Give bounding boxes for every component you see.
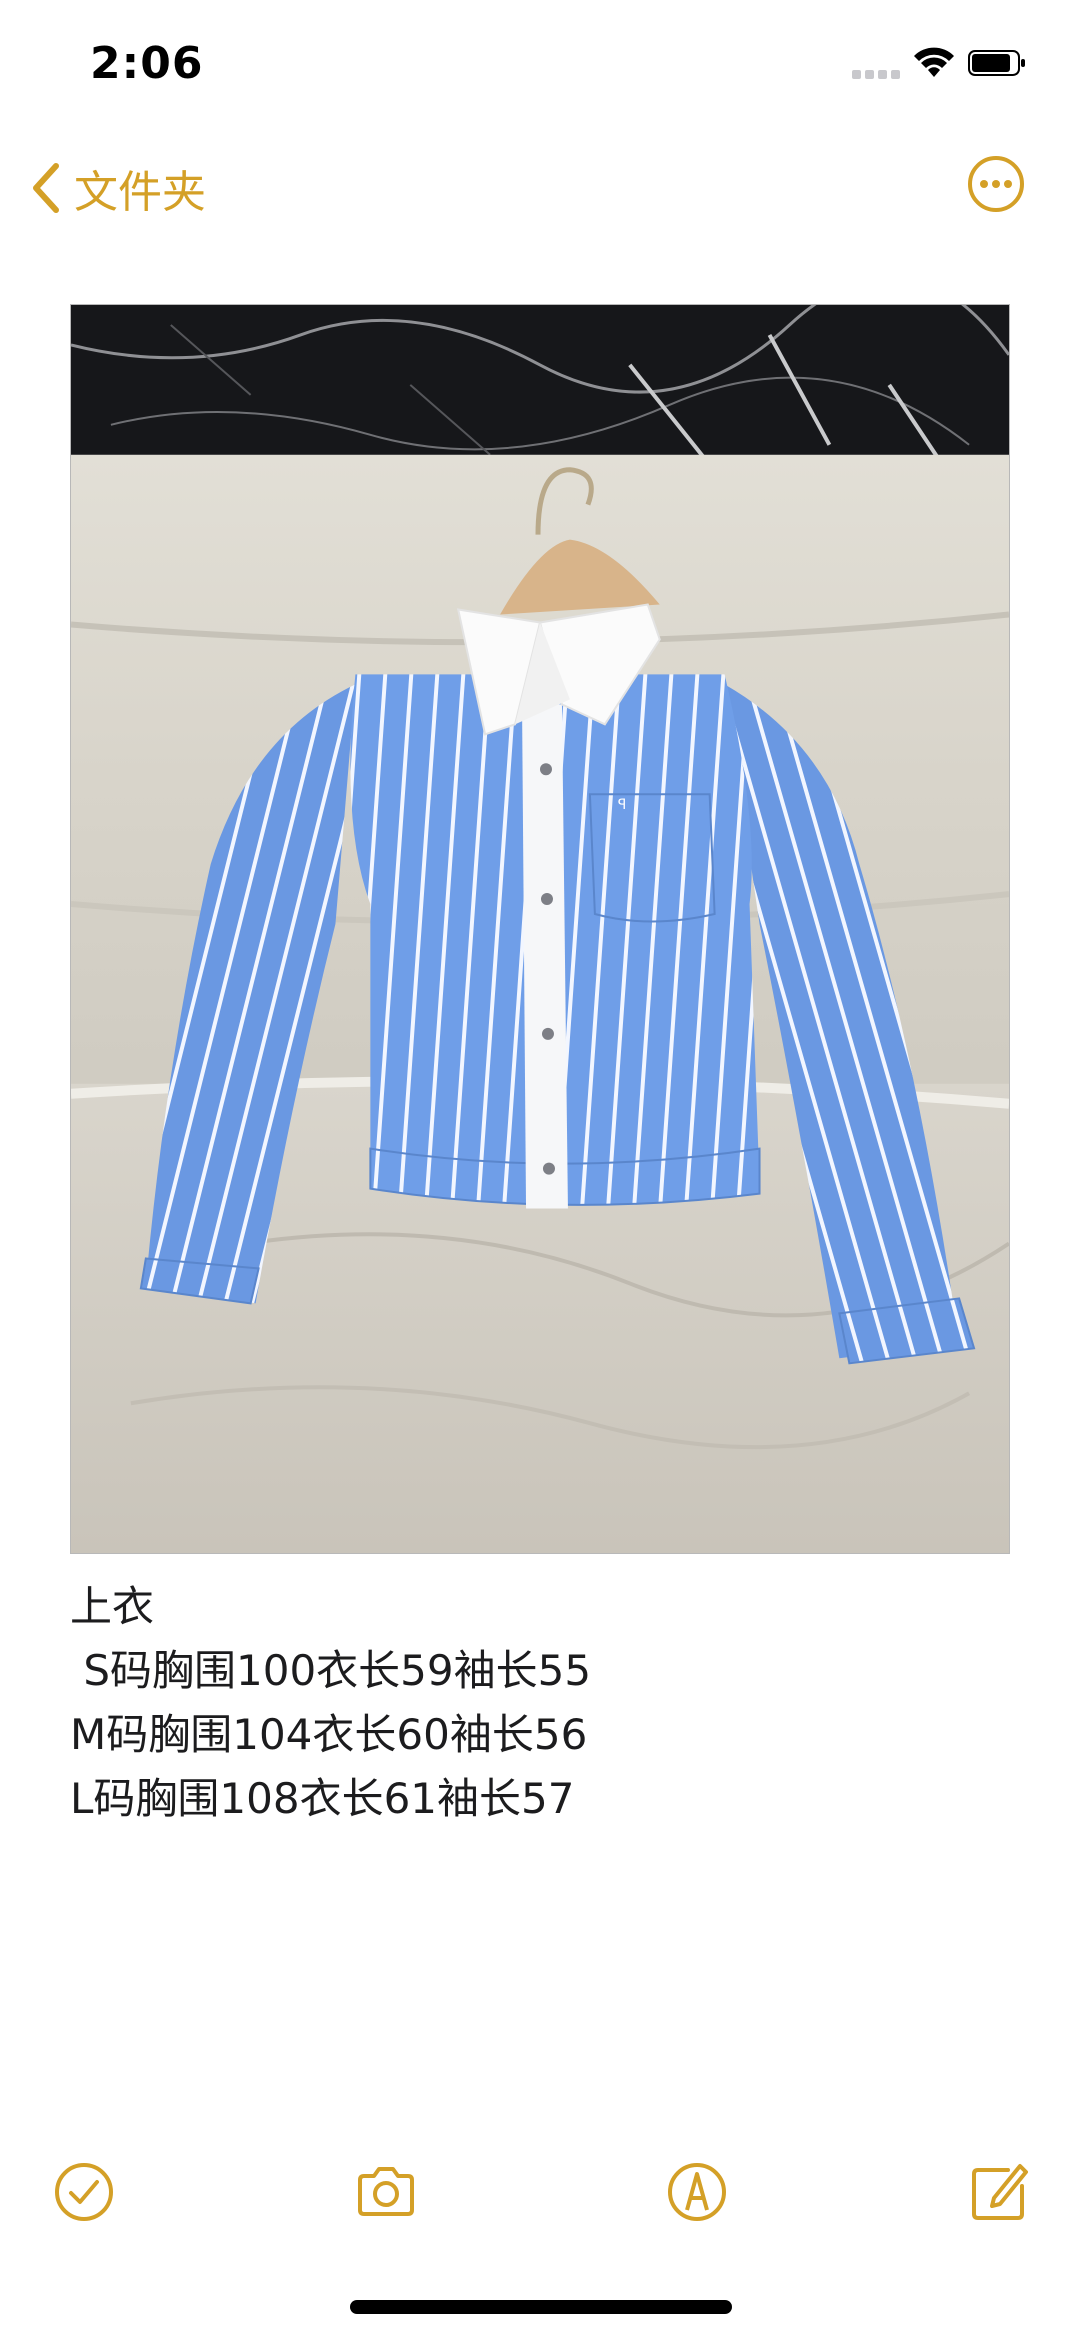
back-label: 文件夹 — [74, 167, 206, 218]
note-body[interactable]: 上衣 S码胸围100衣长59袖长55 M码胸围104衣长60袖长56 L码胸围1… — [70, 1575, 591, 1831]
note-title-line: 上衣 — [70, 1582, 155, 1631]
note-line-size-l: L码胸围108衣长61袖长57 — [70, 1774, 575, 1823]
camera-icon[interactable] — [354, 2160, 418, 2224]
cellular-signal-icon — [852, 64, 904, 83]
shirt-photo-image: ꟼ — [71, 305, 1009, 1553]
bottom-toolbar — [0, 2150, 1080, 2230]
back-button[interactable]: 文件夹 — [28, 158, 206, 218]
note-photo[interactable]: ꟼ — [70, 304, 1010, 1554]
navigation-bar: 文件夹 — [0, 140, 1080, 230]
wifi-icon — [914, 47, 954, 77]
battery-icon — [968, 50, 1025, 76]
note-line-size-s: S码胸围100衣长59袖长55 — [70, 1646, 592, 1695]
status-time: 2:06 — [90, 38, 204, 89]
home-indicator[interactable] — [350, 2300, 732, 2314]
markup-icon[interactable] — [665, 2160, 729, 2224]
note-line-size-m: M码胸围104衣长60袖长56 — [70, 1710, 588, 1759]
more-options-icon[interactable] — [966, 154, 1026, 214]
chevron-left-icon — [33, 163, 59, 213]
status-bar: 2:06 — [0, 0, 1080, 130]
compose-icon[interactable] — [968, 2160, 1032, 2224]
svg-text:ꟼ: ꟼ — [618, 797, 626, 813]
checklist-icon[interactable] — [52, 2160, 116, 2224]
